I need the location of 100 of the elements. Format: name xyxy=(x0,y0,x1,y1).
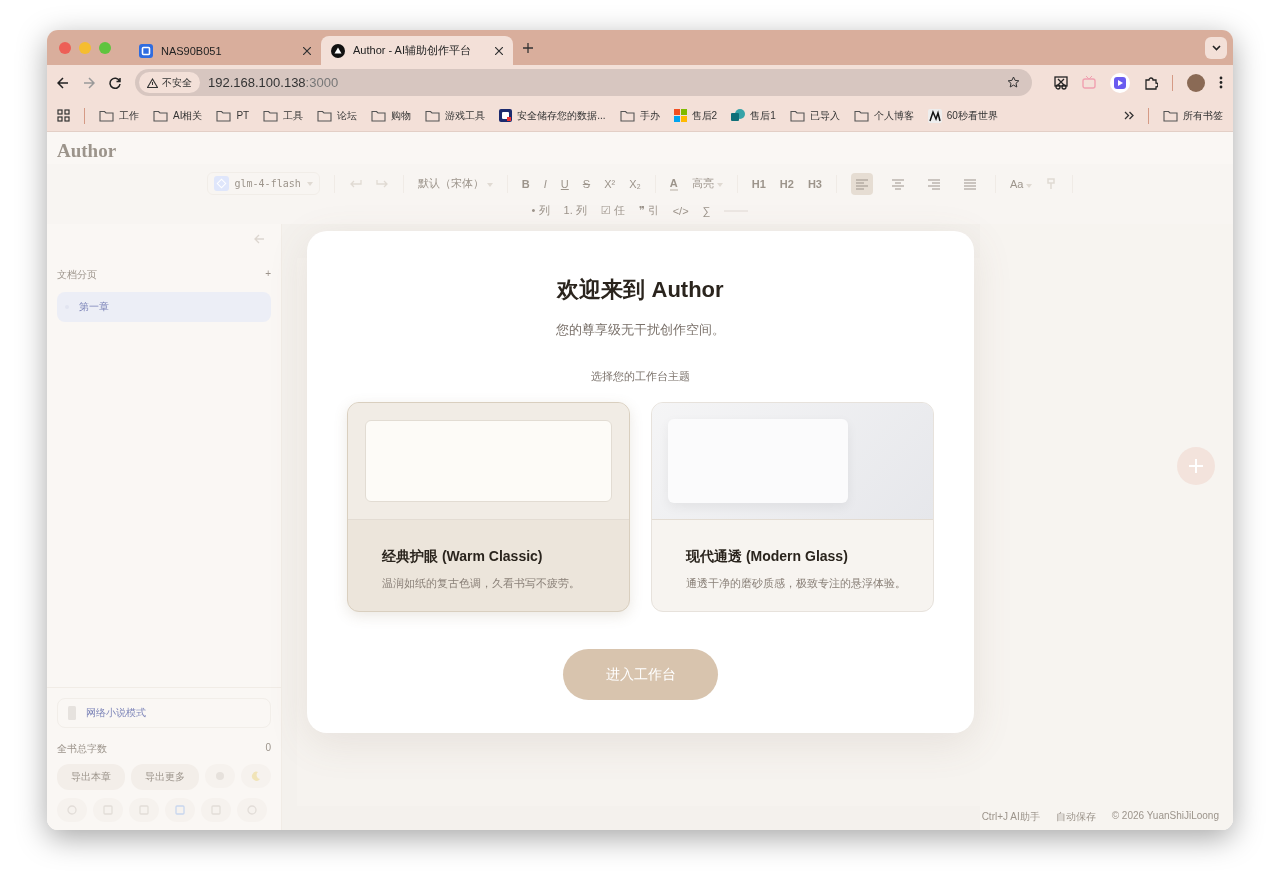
bookmark[interactable]: 售后1 xyxy=(731,108,776,123)
app-logo: Author xyxy=(56,139,118,163)
block-button[interactable]: ☑ 任 xyxy=(600,203,625,218)
heading-button[interactable]: H2 xyxy=(779,177,794,190)
close-icon[interactable] xyxy=(495,46,503,55)
theme-name: 经典护眼 (Warm Classic) xyxy=(382,548,544,566)
play-icon[interactable] xyxy=(1110,72,1130,93)
model-selector[interactable]: glm-4-flash xyxy=(206,172,320,195)
warning-icon xyxy=(147,77,158,88)
forward-icon[interactable] xyxy=(83,76,95,89)
export-button[interactable]: 导出更多 xyxy=(131,764,199,790)
bookmark[interactable]: 个人博客 xyxy=(853,108,914,123)
bookmark[interactable]: 已导入 xyxy=(789,108,840,123)
theme-description: 通透干净的磨砂质感，极致专注的悬浮体验。 xyxy=(686,576,899,591)
status-text: 自动保存 xyxy=(1055,810,1096,824)
enter-workspace-button[interactable]: 进入工作台 xyxy=(563,649,718,700)
sidebar-tool-button[interactable] xyxy=(93,798,123,822)
sidebar-tool-button[interactable] xyxy=(201,798,231,822)
security-chip[interactable]: 不安全 xyxy=(139,72,200,93)
format-button[interactable]: X₂ xyxy=(629,177,641,190)
text-color-button[interactable]: A xyxy=(669,176,678,191)
bookmark[interactable]: 60秒看世界 xyxy=(927,108,998,123)
section-label: 选择您的工作台主题 xyxy=(591,369,690,384)
dialog-title: 欢迎来到 Author xyxy=(557,276,724,304)
apps-grid-icon[interactable] xyxy=(57,109,70,122)
arrow-left-icon[interactable] xyxy=(254,234,265,244)
sidebar-tool-button[interactable] xyxy=(237,798,267,822)
bookmark[interactable]: 工作 xyxy=(99,108,139,123)
section-heading: 文档分页 xyxy=(57,268,97,282)
add-page-button[interactable]: + xyxy=(265,268,271,282)
avatar[interactable] xyxy=(1187,73,1205,92)
bookmark[interactable]: 售后2 xyxy=(673,108,718,123)
bookmark[interactable]: 工具 xyxy=(263,108,304,123)
address-bar[interactable]: 不安全 192.168.100.138:3000 xyxy=(135,69,1032,96)
tv-icon[interactable] xyxy=(1082,76,1096,89)
back-icon[interactable] xyxy=(57,76,69,89)
diamond-icon xyxy=(213,176,229,191)
browser-tab[interactable]: Author - AI辅助创作平台 xyxy=(321,36,513,65)
url-text: 192.168.100.138:3000 xyxy=(208,75,340,90)
align-icon xyxy=(891,177,904,190)
align-icon xyxy=(927,177,940,190)
puzzle-icon[interactable] xyxy=(1144,75,1158,90)
settings-button[interactable] xyxy=(205,764,235,788)
format-button[interactable]: S xyxy=(582,177,591,190)
bookmark[interactable]: AI相关 xyxy=(153,108,203,123)
sidebar-tool-button[interactable] xyxy=(57,798,87,822)
caret-icon xyxy=(306,181,313,186)
window-close-icon[interactable] xyxy=(59,41,71,54)
status-text: Ctrl+J AI助手 xyxy=(981,810,1040,824)
theme-card[interactable]: 经典护眼 (Warm Classic) 温润如纸的复古色调，久看书写不疲劳。 xyxy=(347,402,630,612)
word-count-label: 全书总字数 xyxy=(57,742,107,756)
status-text: © 2026 YuanShiJiLoong xyxy=(1111,810,1219,823)
menu-icon[interactable] xyxy=(1219,76,1223,89)
font-selector[interactable]: 默认（宋体） xyxy=(417,176,493,191)
window-minimize-icon[interactable] xyxy=(79,41,91,54)
align-button[interactable] xyxy=(850,172,873,195)
align-icon xyxy=(855,177,868,190)
mode-toggle[interactable]: 网络小说模式 xyxy=(57,698,271,728)
tab-search-button[interactable] xyxy=(1205,36,1227,59)
format-button[interactable]: U xyxy=(560,177,569,190)
block-button[interactable]: ❞ 引 xyxy=(638,203,659,218)
bookmark[interactable]: 安全储存您的数据... xyxy=(499,108,606,123)
undo-icon[interactable] xyxy=(348,178,362,189)
app-logo-icon xyxy=(139,43,153,58)
bookmark[interactable]: 所有书签 xyxy=(1163,108,1223,123)
block-button[interactable]: 1. 列 xyxy=(563,203,587,218)
bookmark[interactable]: PT xyxy=(216,109,250,122)
s-logo-icon xyxy=(731,109,746,122)
chevron-down-icon xyxy=(1211,44,1221,51)
sidebar-tool-button[interactable] xyxy=(165,798,195,822)
bookmark[interactable]: 论坛 xyxy=(317,108,358,123)
sketch-logo-icon xyxy=(927,108,942,123)
heading-button[interactable]: H1 xyxy=(751,177,766,190)
redo-icon[interactable] xyxy=(375,178,389,189)
browser-tab[interactable]: NAS90B051 xyxy=(129,36,321,65)
double-chevron-icon[interactable] xyxy=(1124,111,1134,120)
format-button[interactable]: B xyxy=(521,177,530,190)
case-button[interactable]: Aa xyxy=(1009,177,1033,190)
block-button[interactable]: ∑ xyxy=(702,204,711,217)
heading-button[interactable]: H3 xyxy=(807,177,822,190)
highlight-button[interactable]: 高亮 xyxy=(691,176,723,191)
export-button[interactable]: 导出本章 xyxy=(57,764,125,790)
close-icon[interactable] xyxy=(303,46,311,55)
floating-add-button[interactable] xyxy=(1177,447,1215,485)
reload-icon[interactable] xyxy=(109,76,121,89)
sidebar-tool-button[interactable] xyxy=(129,798,159,822)
scissors-icon[interactable] xyxy=(1054,75,1068,90)
chapter-item[interactable]: 第一章 xyxy=(57,292,271,322)
block-button[interactable]: </> xyxy=(672,204,689,217)
bookmark[interactable]: 游戏工具 xyxy=(425,108,486,123)
window-zoom-icon[interactable] xyxy=(99,41,111,54)
dark-mode-button[interactable] xyxy=(241,764,271,788)
format-button[interactable]: X² xyxy=(604,177,616,190)
star-icon[interactable] xyxy=(1007,76,1020,89)
format-button[interactable]: I xyxy=(543,177,547,190)
bookmark[interactable]: 购物 xyxy=(371,108,412,123)
theme-card[interactable]: 现代通透 (Modern Glass) 通透干净的磨砂质感，极致专注的悬浮体验。 xyxy=(651,402,934,612)
bookmark[interactable]: 手办 xyxy=(619,108,660,123)
block-button[interactable]: • 列 xyxy=(531,203,550,218)
plus-icon[interactable] xyxy=(523,42,533,53)
